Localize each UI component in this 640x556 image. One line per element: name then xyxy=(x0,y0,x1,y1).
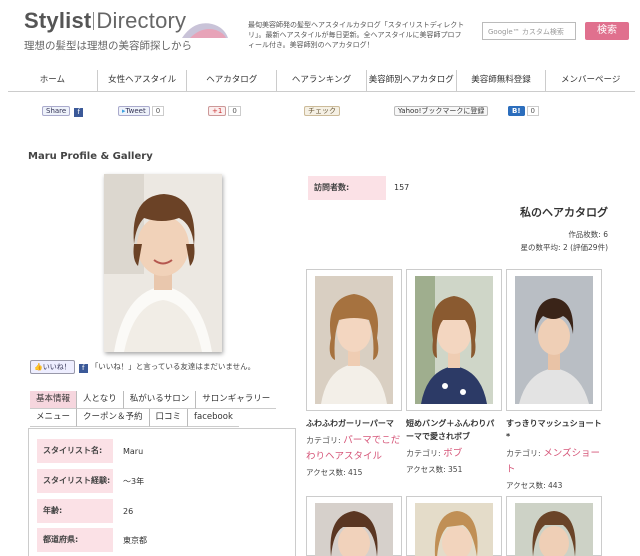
category-link[interactable]: ボブ xyxy=(443,448,462,459)
info-value: 26 xyxy=(123,506,134,516)
share-label: Share xyxy=(42,106,71,116)
info-value: 〜3年 xyxy=(123,476,145,486)
rating-average: 星の数平均: 2 (評価29件) xyxy=(520,243,608,252)
catalog-item[interactable]: すっきりマッシュショート* カテゴリ: メンズショート アクセス数: 443 xyxy=(506,269,602,491)
catalog-thumbnail[interactable] xyxy=(406,269,502,411)
item-title[interactable]: すっきりマッシュショート* xyxy=(506,417,602,443)
logo-text-stylist: Stylist xyxy=(24,8,92,33)
tweet-label: ▸Tweet xyxy=(118,106,150,116)
info-value: 東京都 xyxy=(123,535,147,545)
facebook-icon: f xyxy=(78,364,88,373)
tab-my-salon[interactable]: 私がいるサロン xyxy=(123,391,197,409)
mixi-check-button[interactable]: チェック xyxy=(304,104,340,118)
basic-info-panel: スタイリスト名: Maru スタイリスト経験: 〜3年 年齢: 26 都道府県: 東京都 xyxy=(28,428,296,556)
catalog-thumbnail[interactable] xyxy=(506,496,602,556)
main-nav: ホーム 女性ヘアスタイル ヘアカタログ ヘアランキング 美容師別ヘアカタログ 美… xyxy=(8,70,635,92)
tab-reviews[interactable]: 口コミ xyxy=(149,409,189,427)
nav-member-page[interactable]: メンバーページ xyxy=(546,70,635,91)
gplus-count: 0 xyxy=(228,106,241,116)
tab-menu[interactable]: メニュー xyxy=(30,409,78,427)
like-row: 👍いいね！ f 「いいね！」と言っている友達はまだいません。 xyxy=(30,360,255,374)
like-message: 「いいね！」と言っている友達はまだいません。 xyxy=(90,362,256,371)
tweet-button[interactable]: ▸Tweet 0 xyxy=(118,104,165,118)
info-row-age: 年齢: 26 xyxy=(37,499,133,523)
profile-title: Maru Profile & Gallery xyxy=(28,151,153,162)
logo-text-directory: Directory xyxy=(96,8,187,33)
tweet-count: 0 xyxy=(151,106,165,116)
catalog-thumbnail[interactable] xyxy=(406,496,502,556)
hatena-bookmark-button[interactable]: B! 0 xyxy=(508,104,539,118)
item-title[interactable]: ふわふわガーリーパーマ xyxy=(306,417,402,430)
item-access-count: アクセス数: 351 xyxy=(406,465,463,474)
mixi-label: チェック xyxy=(304,106,340,116)
catalog-title: 私のヘアカタログ xyxy=(520,206,608,219)
item-category: カテゴリ: メンズショート xyxy=(506,446,602,478)
tweet-text: Tweet xyxy=(125,107,146,115)
info-value: Maru xyxy=(123,446,144,456)
logo-swoosh-icon xyxy=(182,23,228,38)
yahoo-label: Yahoo!ブックマークに登録 xyxy=(394,106,489,116)
tab-salon-gallery[interactable]: サロンギャラリー xyxy=(196,391,277,409)
category-prefix: カテゴリ: xyxy=(406,449,444,458)
profile-tabs: 基本情報 人となり 私がいるサロン サロンギャラリー メニュー クーポン＆予約 … xyxy=(30,391,290,427)
catalog-item[interactable]: 短めバング＋ふんわりパーマで愛されボブ カテゴリ: ボブ アクセス数: 351 xyxy=(406,269,502,475)
tab-coupon-reservation[interactable]: クーポン＆予約 xyxy=(77,409,150,427)
nav-stylist-register[interactable]: 美容師無料登録 xyxy=(457,70,547,91)
info-label: 年齢: xyxy=(37,499,113,523)
tab-basic-info[interactable]: 基本情報 xyxy=(30,391,78,409)
site-tagline: 理想の髪型は理想の美容師探しから xyxy=(24,40,192,52)
info-row-prefecture: 都道府県: 東京都 xyxy=(37,528,147,552)
info-label: スタイリスト名: xyxy=(37,439,113,463)
nav-women-hairstyle[interactable]: 女性ヘアスタイル xyxy=(98,70,188,91)
works-count: 作品枚数: 6 xyxy=(568,230,608,239)
catalog-item[interactable]: ふわふわガーリーパーマ カテゴリ: パーマでこだわりヘアスタイル アクセス数: … xyxy=(306,269,402,478)
catalog-thumbnail[interactable] xyxy=(306,269,402,411)
tab-facebook[interactable]: facebook xyxy=(188,409,239,427)
visitors-count: 157 xyxy=(394,183,410,192)
item-category: カテゴリ: パーマでこだわりヘアスタイル xyxy=(306,433,402,465)
item-category: カテゴリ: ボブ xyxy=(406,446,502,462)
site-description: 最旬美容師発の髪型ヘアスタイルカタログ「スタイリストディレクトリ」。最新ヘアスタ… xyxy=(248,21,465,49)
gplus-label: +1 xyxy=(208,106,227,116)
item-access-count: アクセス数: 415 xyxy=(306,468,363,477)
tab-personality[interactable]: 人となり xyxy=(77,391,124,409)
catalog-thumbnail[interactable] xyxy=(506,269,602,411)
item-access-count: アクセス数: 443 xyxy=(506,481,563,490)
nav-hair-ranking[interactable]: ヘアランキング xyxy=(277,70,367,91)
logo-divider xyxy=(93,12,95,30)
category-prefix: カテゴリ: xyxy=(306,436,344,445)
thumbs-up-icon: 👍 xyxy=(34,363,43,371)
info-label: スタイリスト経験: xyxy=(37,469,113,493)
search-button[interactable]: 検索 xyxy=(585,22,629,40)
fb-share-button[interactable]: Share f xyxy=(42,104,86,118)
stylist-photo xyxy=(104,174,222,352)
info-row-name: スタイリスト名: Maru xyxy=(37,439,143,463)
hatena-label: B! xyxy=(508,106,525,116)
hatena-count: 0 xyxy=(526,106,539,116)
category-prefix: カテゴリ: xyxy=(506,449,544,458)
nav-home[interactable]: ホーム xyxy=(8,70,98,91)
facebook-icon: f xyxy=(74,108,84,117)
item-title[interactable]: 短めバング＋ふんわりパーマで愛されボブ xyxy=(406,417,502,443)
catalog-thumbnail[interactable] xyxy=(306,496,402,556)
info-label: 都道府県: xyxy=(37,528,113,552)
like-button[interactable]: 👍いいね！ xyxy=(30,360,75,374)
gplus-button[interactable]: +1 0 xyxy=(208,104,241,118)
like-label: いいね！ xyxy=(42,363,71,371)
visitors-label: 訪問者数: xyxy=(308,176,386,200)
info-row-experience: スタイリスト経験: 〜3年 xyxy=(37,469,144,493)
nav-stylist-catalog[interactable]: 美容師別ヘアカタログ xyxy=(367,70,457,91)
site-logo[interactable]: Stylist Directory xyxy=(24,8,186,34)
yahoo-bookmark-button[interactable]: Yahoo!ブックマークに登録 xyxy=(394,104,489,118)
search-input[interactable]: Google™ カスタム検索 xyxy=(482,22,576,40)
nav-hair-catalog[interactable]: ヘアカタログ xyxy=(187,70,278,91)
